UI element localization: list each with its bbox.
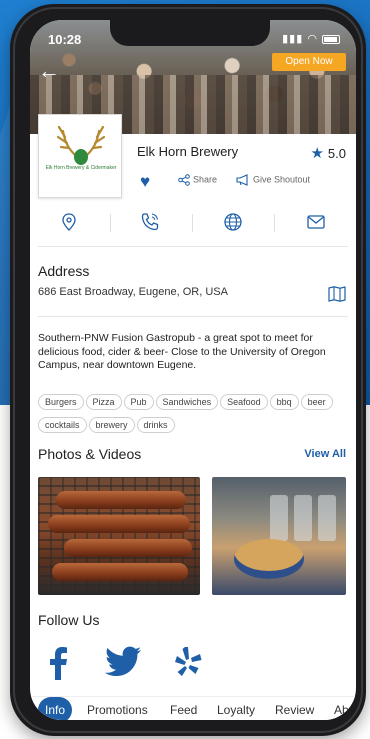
category-tag[interactable]: bbq <box>269 394 299 410</box>
icon-divider <box>110 214 111 232</box>
glass <box>294 495 312 541</box>
contact-icons-row <box>30 206 356 240</box>
back-arrow-icon[interactable]: ← <box>38 60 60 82</box>
yelp-icon[interactable] <box>174 646 202 678</box>
action-row: ♥ Share Give Shoutout <box>140 172 350 192</box>
section-divider <box>38 316 348 317</box>
status-icons: ▮▮▮ ◠ <box>282 32 340 45</box>
category-tag[interactable]: Burgers <box>38 394 84 410</box>
ribs-photo[interactable] <box>38 477 200 595</box>
share-button[interactable]: Share <box>178 174 217 186</box>
business-name: Elk Horn Brewery <box>137 144 239 159</box>
mail-icon[interactable] <box>305 211 327 233</box>
tab-loyalty[interactable]: Loyalty <box>217 697 255 720</box>
app-screen: 10:28 ▮▮▮ ◠ ← Open Now Elk Horn Brewery … <box>30 20 356 720</box>
view-all-link[interactable]: View All <box>304 448 346 460</box>
address-heading: Address <box>38 263 90 279</box>
globe-icon[interactable] <box>222 211 244 233</box>
category-tag[interactable]: Seafood <box>220 394 268 410</box>
open-now-badge: Open Now <box>272 53 346 71</box>
category-tag[interactable]: Pizza <box>85 394 122 410</box>
battery-icon <box>322 34 340 44</box>
category-tags: Burgers Pizza Pub Sandwiches Seafood bbq beer c… <box>38 392 350 438</box>
location-pin-icon[interactable] <box>58 211 80 233</box>
share-icon <box>178 174 190 186</box>
give-shoutout-button[interactable]: Give Shoutout <box>236 174 310 186</box>
category-tag[interactable]: cocktails <box>38 417 87 433</box>
glass <box>318 495 336 541</box>
category-tag[interactable]: drinks <box>136 417 175 433</box>
twitter-icon[interactable] <box>104 646 142 678</box>
icon-divider <box>274 214 275 232</box>
map-icon[interactable] <box>328 286 346 302</box>
facebook-icon[interactable] <box>48 646 68 680</box>
shoutout-label: Give Shoutout <box>253 174 311 185</box>
rib-rack <box>64 539 192 557</box>
rib-rack <box>48 515 190 533</box>
social-links <box>38 646 338 682</box>
tab-feed[interactable]: Feed <box>170 697 197 720</box>
category-tag[interactable]: Sandwiches <box>155 394 219 410</box>
food-bowl <box>234 539 304 579</box>
icon-divider <box>192 214 193 232</box>
phone-icon[interactable] <box>139 211 161 233</box>
address-text: 686 East Broadway, Eugene, OR, USA <box>38 286 228 298</box>
logo-caption: Elk Horn Brewery & Cidermaker <box>45 165 117 171</box>
category-tag[interactable]: Pub <box>123 394 154 410</box>
tab-review[interactable]: Review <box>275 697 314 720</box>
food-drinks-photo[interactable] <box>212 477 346 595</box>
star-icon: ★ <box>310 145 324 162</box>
status-time: 10:28 <box>48 32 82 47</box>
elk-antlers-logo-icon <box>56 125 106 165</box>
business-description: Southern-PNW Fusion Gastropub - a great … <box>38 332 326 371</box>
tab-about[interactable]: Ab <box>334 697 349 720</box>
megaphone-icon <box>236 174 248 186</box>
bottom-tab-bar: Info Promotions Feed Loyalty Review Ab <box>30 696 356 720</box>
tab-info[interactable]: Info <box>38 697 73 720</box>
section-divider <box>38 246 348 247</box>
phone-notch <box>110 20 270 46</box>
glass <box>270 495 288 541</box>
business-logo: Elk Horn Brewery & Cidermaker <box>38 114 122 198</box>
rib-rack <box>56 491 186 509</box>
tab-promotions[interactable]: Promotions <box>87 697 148 720</box>
favorite-heart-icon[interactable]: ♥ <box>140 172 150 192</box>
share-label: Share <box>193 174 218 185</box>
rating-value: 5.0 <box>327 146 346 161</box>
category-tag[interactable]: brewery <box>88 417 135 433</box>
category-tag[interactable]: beer <box>300 394 333 410</box>
rib-rack <box>52 563 188 581</box>
signal-icon: ▮▮▮ <box>282 33 304 45</box>
photos-heading: Photos & Videos <box>38 446 142 462</box>
follow-heading: Follow Us <box>38 612 100 628</box>
rating: ★ 5.0 <box>310 144 346 162</box>
wifi-icon: ◠ <box>307 33 318 45</box>
